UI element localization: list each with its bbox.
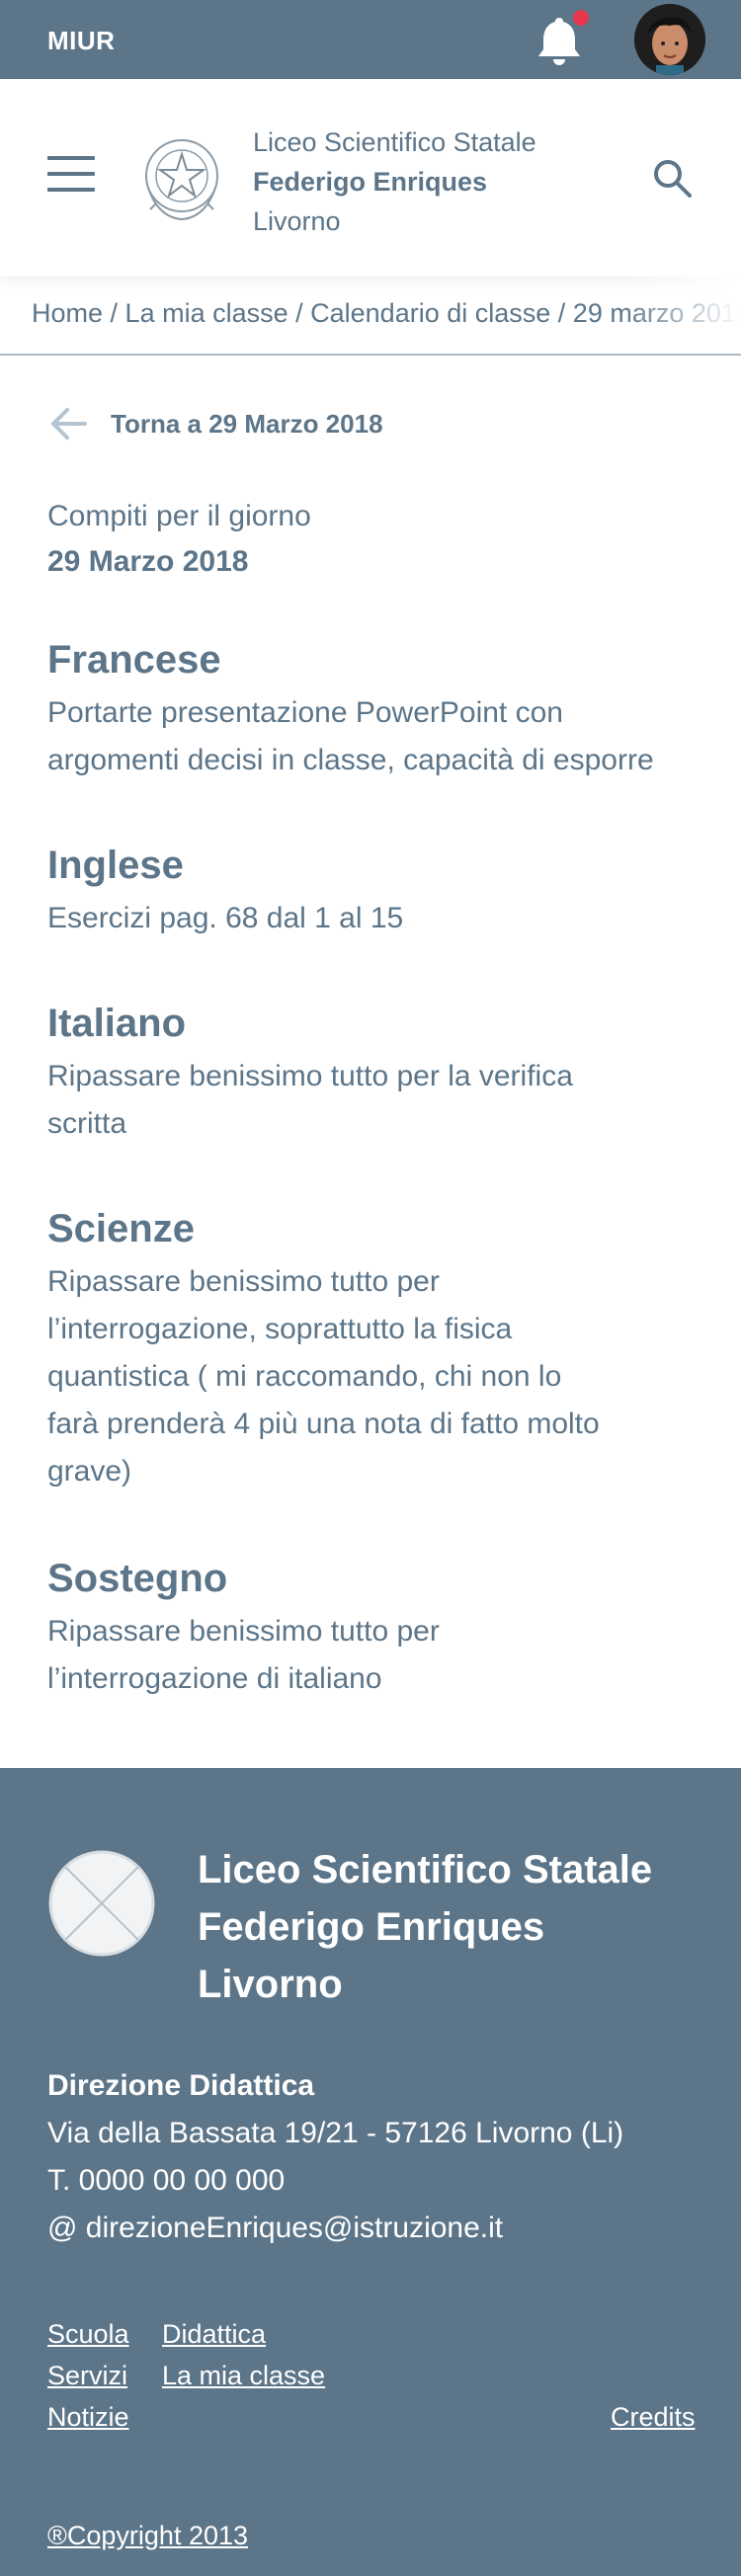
hamburger-icon[interactable] — [47, 156, 95, 196]
school-name[interactable]: Liceo Scientifico Statale Federigo Enriq… — [253, 122, 536, 241]
notification-badge — [571, 8, 591, 28]
subject-title: Italiano — [47, 1002, 187, 1045]
back-link[interactable]: Torna a 29 Marzo 2018 — [47, 399, 383, 448]
breadcrumb: Home / La mia classe / Calendario di cla… — [0, 277, 741, 356]
subject-sostegno: Sostegno Ripassare benissimo tutto per l… — [47, 1553, 690, 1703]
arrow-left-icon — [51, 408, 87, 440]
office-address: Via della Bassata 19/21 - 57126 Livorno … — [47, 2117, 624, 2149]
footer-school-name: Liceo Scientifico Statale Federigo Enriq… — [198, 1841, 652, 2013]
footer-link-servizi[interactable]: Servizi — [47, 2361, 127, 2391]
breadcrumb-la-mia-classe[interactable]: La mia classe — [125, 298, 288, 328]
breadcrumb-home[interactable]: Home — [32, 298, 103, 328]
subject-scienze: Scienze Ripassare benissimo tutto per l’… — [47, 1203, 690, 1495]
subject-text-line: Ripassare benissimo tutto per — [47, 1265, 440, 1298]
footer-link-la-mia-classe[interactable]: La mia classe — [162, 2361, 325, 2391]
homework-title: Compiti per il giorno — [47, 500, 311, 532]
school-title: Federigo Enriques — [253, 167, 488, 197]
subject-text-line: l’interrogazione di italiano — [47, 1662, 382, 1695]
subject-text-line: Esercizi pag. 68 dal 1 al 15 — [47, 902, 404, 934]
breadcrumb-calendario[interactable]: Calendario di classe — [310, 298, 550, 328]
subject-text-line: quantistica ( mi raccomando, chi non lo — [47, 1360, 562, 1393]
site-header: Liceo Scientifico Statale Federigo Enriq… — [0, 79, 741, 277]
subject-text-line: argomenti decisi in classe, capacità di … — [47, 744, 654, 776]
footer-name-line: Federigo Enriques — [198, 1905, 545, 1949]
footer-name-line: Liceo Scientifico Statale — [198, 1848, 653, 1892]
footer-link-didattica[interactable]: Didattica — [162, 2319, 266, 2350]
placeholder-logo-icon — [48, 1850, 155, 1957]
footer-link-notizie[interactable]: Notizie — [47, 2402, 129, 2433]
subject-text-line: l’interrogazione, soprattutto la fisica — [47, 1313, 513, 1345]
office-phone[interactable]: T. 0000 00 00 000 — [47, 2157, 623, 2205]
subject-inglese: Inglese Esercizi pag. 68 dal 1 al 15 — [47, 840, 690, 942]
site-footer: Liceo Scientifico Statale Federigo Enriq… — [0, 1768, 741, 2576]
subject-text-line: farà prenderà 4 più una nota di fatto mo… — [47, 1408, 600, 1440]
breadcrumb-separator: / — [103, 298, 125, 328]
school-city: Livorno — [253, 206, 341, 236]
breadcrumb-separator: / — [550, 298, 573, 328]
homework-date: 29 Marzo 2018 — [47, 545, 249, 578]
footer-name-line: Livorno — [198, 1963, 343, 2006]
footer-link-scuola[interactable]: Scuola — [47, 2319, 129, 2350]
miur-link[interactable]: MIUR — [47, 26, 115, 56]
subject-text-line: Ripassare benissimo tutto per — [47, 1615, 440, 1648]
homework-heading: Compiti per il giorno 29 Marzo 2018 — [47, 494, 311, 585]
italian-republic-emblem — [145, 139, 218, 221]
subject-francese: Francese Portarte presentazione PowerPoi… — [47, 634, 690, 784]
office-title: Direzione Didattica — [47, 2069, 315, 2102]
subject-italiano: Italiano Ripassare benissimo tutto per l… — [47, 998, 690, 1148]
footer-contacts: Direzione Didattica Via della Bassata 19… — [47, 2062, 623, 2252]
top-bar: MIUR — [0, 0, 741, 79]
subject-title: Scienze — [47, 1207, 195, 1250]
copyright-link[interactable]: ®Copyright 2013 — [47, 2521, 248, 2551]
subject-text-line: grave) — [47, 1455, 132, 1488]
back-link-label: Torna a 29 Marzo 2018 — [111, 408, 383, 439]
subject-text-line: Portarte presentazione PowerPoint con — [47, 696, 563, 729]
breadcrumb-separator: / — [288, 298, 311, 328]
subject-title: Francese — [47, 638, 221, 682]
breadcrumb-fade — [622, 277, 741, 354]
school-type: Liceo Scientifico Statale — [253, 127, 536, 157]
office-email[interactable]: @ direzioneEnriques@istruzione.it — [47, 2205, 623, 2252]
subject-title: Inglese — [47, 844, 184, 887]
subject-text-line: Ripassare benissimo tutto per la verific… — [47, 1060, 573, 1092]
subject-title: Sostegno — [47, 1557, 228, 1600]
subject-text-line: scritta — [47, 1107, 127, 1140]
footer-link-credits[interactable]: Credits — [611, 2402, 696, 2433]
search-icon[interactable] — [650, 156, 694, 200]
avatar[interactable] — [634, 4, 705, 75]
